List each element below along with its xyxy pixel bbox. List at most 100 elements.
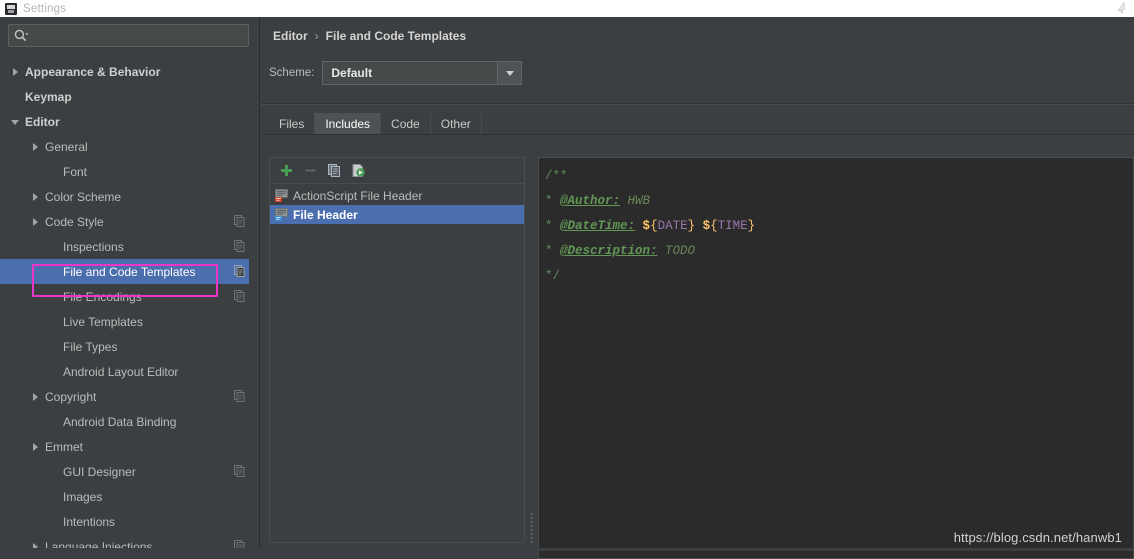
code-line: /** xyxy=(545,164,1133,189)
sidebar-item-label: Intentions xyxy=(63,514,116,529)
sidebar-item-images[interactable]: Images xyxy=(0,484,249,509)
sidebar-item-appearance-behavior[interactable]: Appearance & Behavior xyxy=(0,59,249,84)
sidebar-item-editor[interactable]: Editor xyxy=(0,109,249,134)
sidebar-item-file-and-code-templates[interactable]: File and Code Templates xyxy=(0,259,249,284)
copy-settings-icon[interactable] xyxy=(234,265,245,277)
sidebar-item-live-templates[interactable]: Live Templates xyxy=(0,309,249,334)
code-line: */ xyxy=(545,264,1133,289)
sidebar-item-color-scheme[interactable]: Color Scheme xyxy=(0,184,249,209)
code-token: DATE xyxy=(657,219,688,233)
sidebar-item-label: File Encodings xyxy=(63,289,142,304)
sidebar-item-android-layout-editor[interactable]: Android Layout Editor xyxy=(0,359,249,384)
chevron-down-icon[interactable] xyxy=(497,62,522,84)
sidebar-item-file-encodings[interactable]: File Encodings xyxy=(0,284,249,309)
sidebar-item-label: Keymap xyxy=(25,89,72,104)
sidebar-item-android-data-binding[interactable]: Android Data Binding xyxy=(0,409,249,434)
mouse-cursor-icon xyxy=(1117,1,1125,14)
chevron-down-icon[interactable] xyxy=(10,116,22,128)
sidebar-item-label: Android Data Binding xyxy=(63,414,177,429)
sidebar-item-label: Font xyxy=(63,164,88,179)
copy-settings-icon[interactable] xyxy=(234,240,245,252)
code-token: */ xyxy=(545,269,561,283)
chevron-right-icon[interactable] xyxy=(10,66,22,78)
search-input[interactable] xyxy=(29,25,248,46)
code-token: { xyxy=(650,219,658,233)
chevron-right-icon[interactable] xyxy=(30,141,42,153)
sidebar-item-label: Emmet xyxy=(45,439,84,454)
sidebar-item-font[interactable]: Font xyxy=(0,159,249,184)
code-token: TODO xyxy=(657,244,696,258)
sidebar-item-copyright[interactable]: Copyright xyxy=(0,384,249,409)
code-token: TIME xyxy=(717,219,748,233)
window-title: Settings xyxy=(23,2,67,15)
code-token: * xyxy=(545,219,561,233)
settings-content-panel: Editor › File and Code Templates Scheme:… xyxy=(261,17,1134,559)
chevron-right-icon[interactable] xyxy=(30,391,42,403)
sidebar-item-label: Android Layout Editor xyxy=(63,364,179,379)
tabs-underline xyxy=(261,134,1134,135)
copy-settings-icon[interactable] xyxy=(234,290,245,302)
code-token: * xyxy=(545,194,561,208)
sidebar-item-code-style[interactable]: Code Style xyxy=(0,209,249,234)
code-line: * @Description: TODO xyxy=(545,239,1133,264)
breadcrumb-separator-icon: › xyxy=(314,29,319,43)
code-line: * @DateTime: ${DATE} ${TIME} xyxy=(545,214,1133,239)
template-file-icon xyxy=(275,208,288,221)
templates-split-area: ActionScript File Header File Header /** *… xyxy=(269,139,1134,559)
copy-settings-icon[interactable] xyxy=(234,215,245,227)
sidebar-item-general[interactable]: General xyxy=(0,134,249,159)
template-list-item[interactable]: File Header xyxy=(270,205,524,224)
template-list[interactable]: ActionScript File Header File Header xyxy=(270,184,524,224)
template-editor-pane[interactable]: /** * @Author: HWB * @DateTime: ${DATE} ${… xyxy=(538,157,1134,559)
sidebar-item-keymap[interactable]: Keymap xyxy=(0,84,249,109)
sidebar-item-gui-designer[interactable]: GUI Designer xyxy=(0,459,249,484)
sidebar-item-label: Code Style xyxy=(45,214,104,229)
sidebar-item-label: Color Scheme xyxy=(45,189,122,204)
splitter-grip-icon[interactable] xyxy=(530,512,534,544)
copy-settings-icon[interactable] xyxy=(234,465,245,477)
sidebar-item-inspections[interactable]: Inspections xyxy=(0,234,249,259)
copy-template-button[interactable] xyxy=(323,160,345,182)
search-box[interactable] xyxy=(8,24,249,47)
code-token: HWB xyxy=(620,194,651,208)
template-category-tabs[interactable]: Files Includes Code Other xyxy=(269,111,482,135)
code-token: $ xyxy=(702,219,711,233)
tab-files[interactable]: Files xyxy=(269,113,316,135)
code-token: } xyxy=(687,219,696,233)
chevron-right-icon[interactable] xyxy=(30,216,42,228)
sidebar-item-file-types[interactable]: File Types xyxy=(0,334,249,359)
reset-template-button[interactable] xyxy=(347,160,369,182)
sidebar-item-label: Appearance & Behavior xyxy=(25,64,161,79)
sidebar-item-emmet[interactable]: Emmet xyxy=(0,434,249,459)
copy-settings-icon[interactable] xyxy=(234,390,245,402)
scheme-select[interactable]: Default xyxy=(322,61,523,85)
chevron-right-icon[interactable] xyxy=(30,191,42,203)
template-code[interactable]: /** * @Author: HWB * @DateTime: ${DATE} ${… xyxy=(539,158,1133,289)
template-list-toolbar[interactable] xyxy=(270,158,524,184)
code-token: @Description: xyxy=(560,244,658,258)
tab-label: Code xyxy=(391,117,420,131)
chevron-right-icon[interactable] xyxy=(30,441,42,453)
breadcrumb-current: File and Code Templates xyxy=(325,29,467,43)
breadcrumb-root[interactable]: Editor xyxy=(273,29,308,43)
tab-other[interactable]: Other xyxy=(430,113,482,135)
template-list-item[interactable]: ActionScript File Header xyxy=(270,186,524,205)
sidebar-item-intentions[interactable]: Intentions xyxy=(0,509,249,534)
code-token: @DateTime: xyxy=(560,219,636,233)
template-file-icon xyxy=(275,189,288,202)
pane-splitter[interactable] xyxy=(528,157,537,544)
sidebar-item-label: Live Templates xyxy=(63,314,143,329)
add-template-button[interactable] xyxy=(275,160,297,182)
tab-code[interactable]: Code xyxy=(381,113,431,135)
settings-sidebar: Appearance & Behavior Keymap Editor General… xyxy=(0,17,260,551)
settings-tree[interactable]: Appearance & Behavior Keymap Editor General… xyxy=(0,59,249,551)
tab-includes[interactable]: Includes xyxy=(315,113,382,135)
